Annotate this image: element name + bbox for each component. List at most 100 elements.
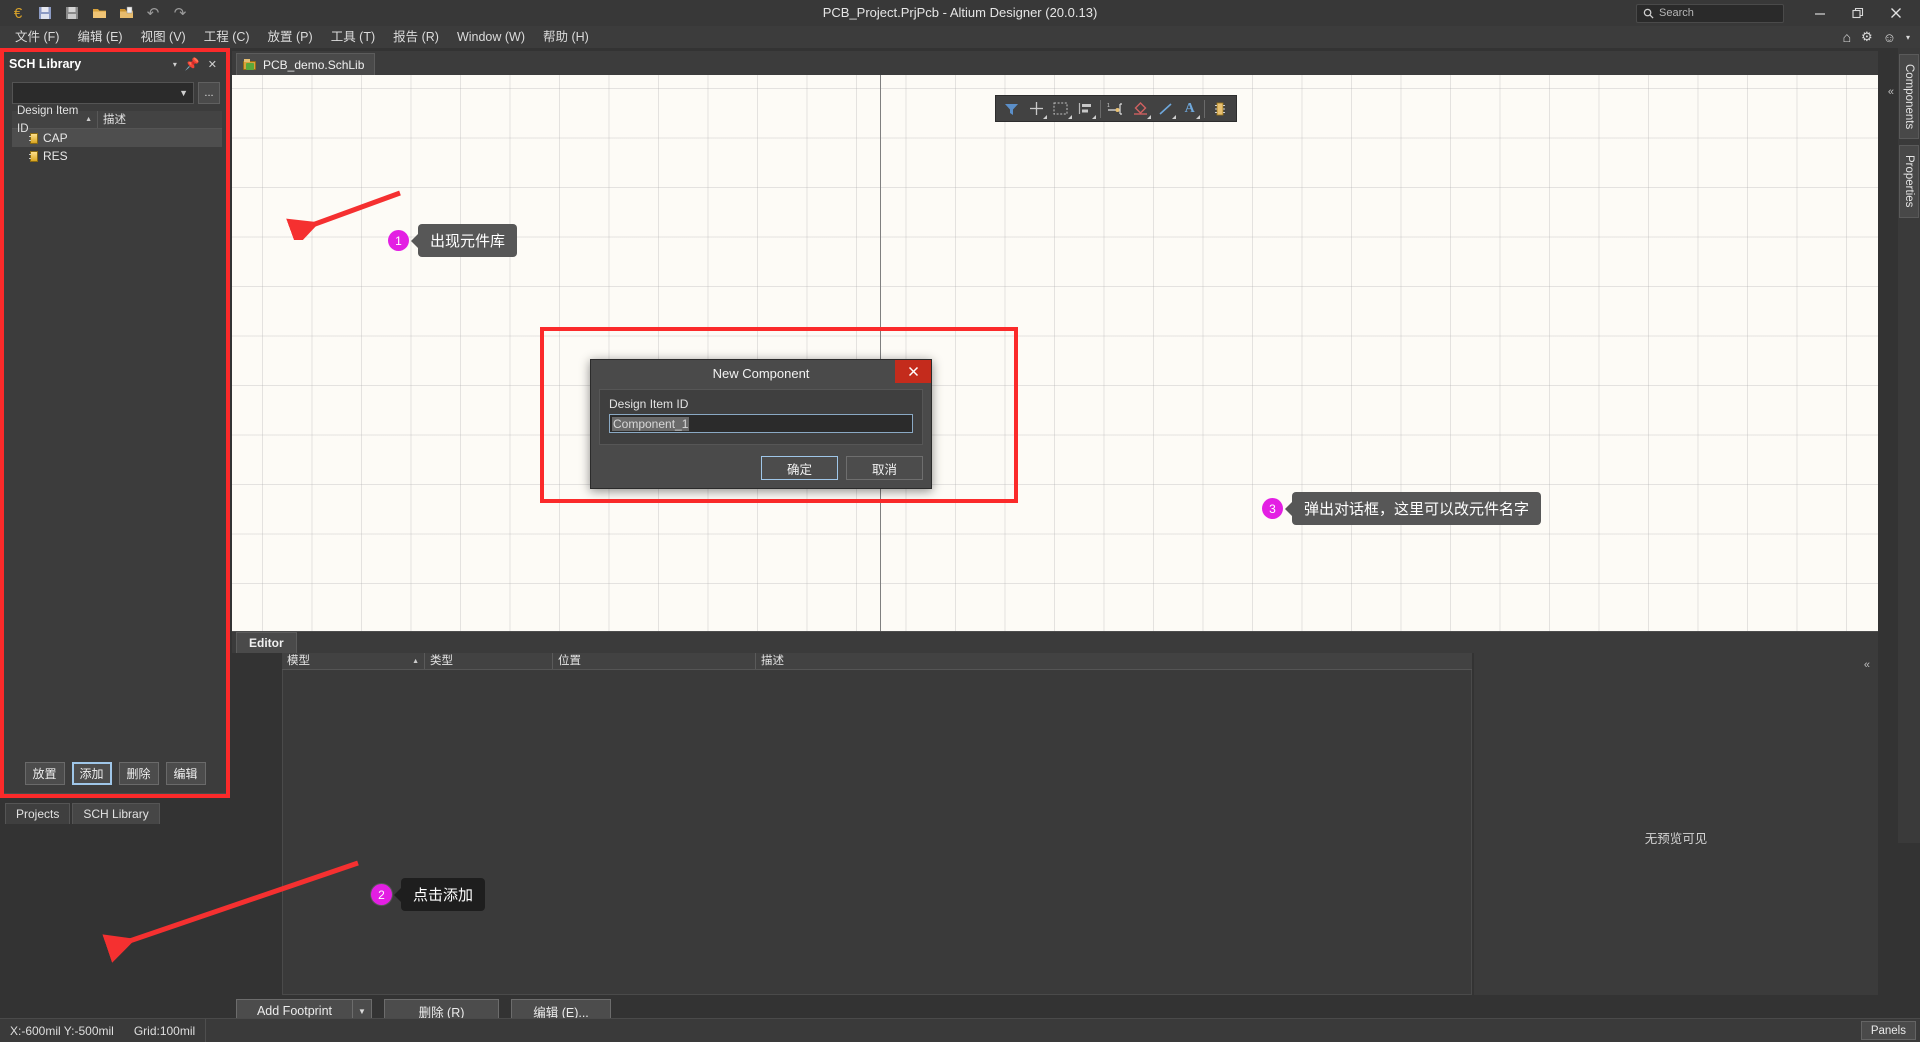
- list-item[interactable]: CAP: [12, 129, 222, 147]
- restore-button[interactable]: [1840, 1, 1876, 25]
- close-button[interactable]: [1878, 1, 1914, 25]
- editor-tab-bar: Editor: [232, 631, 1878, 653]
- tab-projects[interactable]: Projects: [5, 803, 71, 824]
- design-item-id-label: Design Item ID: [609, 397, 689, 411]
- undo-icon[interactable]: ↶: [141, 2, 165, 24]
- dialog-close-button[interactable]: [895, 360, 931, 383]
- menu-item-help[interactable]: 帮助 (H): [534, 27, 598, 47]
- menu-item-view[interactable]: 视图 (V): [132, 27, 195, 47]
- collapse-right-dock-icon[interactable]: «: [1888, 86, 1894, 98]
- place-polygon-icon[interactable]: [1129, 97, 1153, 120]
- open-project-icon[interactable]: [114, 2, 138, 24]
- canvas-floating-toolbar: 1 A: [995, 95, 1237, 122]
- document-tab-label: PCB_demo.SchLib: [263, 57, 365, 72]
- delete-button[interactable]: 删除: [118, 761, 159, 785]
- list-item-label: RES: [43, 149, 68, 163]
- add-button[interactable]: 添加: [71, 761, 112, 785]
- list-item[interactable]: RES: [12, 147, 222, 165]
- dialog-title: New Component: [712, 365, 810, 381]
- tab-sch-library[interactable]: SCH Library: [72, 803, 160, 824]
- component-icon: [29, 150, 38, 162]
- place-line-icon[interactable]: [1153, 97, 1177, 120]
- design-item-id-value: Component_1: [612, 416, 690, 431]
- minimize-button[interactable]: [1802, 1, 1838, 25]
- svg-text:1: 1: [1107, 103, 1110, 109]
- close-panel-icon[interactable]: ✕: [204, 58, 221, 71]
- left-panel-tabs: Projects SCH Library: [0, 800, 230, 824]
- user-account-icon[interactable]: ☺: [1883, 30, 1896, 45]
- cancel-button[interactable]: 取消: [846, 456, 923, 480]
- panel-menu-icon[interactable]: ▾: [169, 60, 181, 69]
- column-header-design-item-id[interactable]: Design Item ID ▲: [12, 105, 98, 135]
- column-header-model[interactable]: 模型 ▲: [282, 653, 425, 669]
- menu-item-project[interactable]: 工程 (C): [195, 27, 259, 47]
- status-grid: Grid:100mil: [133, 1023, 196, 1038]
- new-component-dialog: New Component Design Item ID Component_1…: [590, 359, 932, 489]
- annotation-text: 点击添加: [401, 878, 486, 911]
- search-icon: [1643, 8, 1654, 19]
- search-input[interactable]: Search: [1636, 3, 1784, 23]
- annotation-callout-2: 2 点击添加: [371, 878, 486, 911]
- edit-button[interactable]: 编辑: [165, 761, 206, 785]
- menu-item-file[interactable]: 文件 (F): [6, 27, 68, 47]
- column-header-location[interactable]: 位置: [553, 653, 756, 669]
- dialog-button-row: 确定 取消: [761, 456, 923, 480]
- model-table-header: 模型 ▲ 类型 位置 描述: [282, 653, 1472, 670]
- menu-item-reports[interactable]: 报告 (R): [384, 27, 448, 47]
- model-table-body[interactable]: [282, 670, 1472, 995]
- menu-item-edit[interactable]: 编辑 (E): [68, 27, 131, 47]
- column-header-description[interactable]: 描述: [98, 111, 222, 128]
- tab-properties[interactable]: Properties: [1899, 145, 1919, 218]
- tab-pcb-demo-schlib[interactable]: PCB_demo.SchLib: [236, 53, 376, 75]
- sch-library-panel-header: SCH Library ▾ 📌 ✕: [4, 52, 226, 76]
- ok-button[interactable]: 确定: [761, 456, 838, 480]
- design-item-list: CAP RES: [12, 129, 222, 165]
- home-icon[interactable]: ⌂: [1843, 29, 1851, 45]
- place-pin-icon[interactable]: 1: [1104, 97, 1128, 120]
- annotation-text: 弹出对话框，这里可以改元件名字: [1292, 492, 1542, 525]
- design-item-id-group: Design Item ID Component_1: [599, 389, 923, 445]
- redo-icon[interactable]: ↷: [168, 2, 192, 24]
- open-folder-icon[interactable]: [87, 2, 111, 24]
- pin-icon[interactable]: 📌: [181, 57, 204, 71]
- place-component-icon[interactable]: [1208, 97, 1232, 120]
- sch-library-panel-title: SCH Library: [9, 57, 82, 71]
- sort-ascending-icon: ▲: [85, 115, 92, 123]
- design-item-id-input[interactable]: Component_1: [609, 414, 913, 433]
- place-text-icon[interactable]: A: [1178, 97, 1202, 120]
- collapse-preview-icon[interactable]: «: [1864, 659, 1870, 671]
- canvas-vertical-axis: [880, 75, 881, 631]
- altium-designer-window: € ↶ ↷ PCB_Project.PrjPcb - Altium Design…: [0, 0, 1920, 1042]
- document-tab-bar: PCB_demo.SchLib: [232, 51, 1878, 75]
- annotation-badge: 2: [371, 884, 392, 905]
- save-all-icon[interactable]: [60, 2, 84, 24]
- crosshair-place-icon[interactable]: [1025, 97, 1049, 120]
- menu-item-tools[interactable]: 工具 (T): [322, 27, 384, 47]
- list-item-label: CAP: [43, 131, 68, 145]
- dialog-title-bar: New Component: [591, 360, 931, 386]
- save-icon[interactable]: [33, 2, 57, 24]
- filter-icon[interactable]: [1000, 97, 1024, 120]
- component-icon: [29, 132, 38, 144]
- panels-button[interactable]: Panels: [1860, 1021, 1916, 1040]
- tab-editor[interactable]: Editor: [236, 632, 297, 653]
- menu-item-place[interactable]: 放置 (P): [259, 27, 322, 47]
- title-bar: € ↶ ↷ PCB_Project.PrjPcb - Altium Design…: [0, 0, 1920, 26]
- chevron-down-icon[interactable]: ▾: [1906, 33, 1910, 42]
- preview-empty-message: 无预览可见: [1644, 832, 1708, 846]
- sch-library-action-buttons: 放置 添加 删除 编辑: [4, 753, 226, 793]
- altium-logo-icon[interactable]: €: [6, 2, 30, 24]
- settings-gear-icon[interactable]: ⚙: [1861, 29, 1873, 45]
- annotation-callout-1: 1 出现元件库: [388, 224, 518, 257]
- schematic-library-canvas[interactable]: 1 A: [232, 75, 1878, 631]
- column-header-description[interactable]: 描述: [756, 653, 1470, 669]
- menu-item-window[interactable]: Window (W): [448, 27, 534, 47]
- canvas-grid: [232, 75, 1878, 631]
- align-icon[interactable]: [1074, 97, 1098, 120]
- model-preview-pane: « 无预览可见: [1474, 653, 1878, 995]
- tab-components[interactable]: Components: [1899, 54, 1919, 140]
- place-button[interactable]: 放置: [24, 761, 65, 785]
- select-area-icon[interactable]: [1049, 97, 1073, 120]
- column-header-type[interactable]: 类型: [425, 653, 553, 669]
- library-browse-button[interactable]: ...: [198, 82, 220, 104]
